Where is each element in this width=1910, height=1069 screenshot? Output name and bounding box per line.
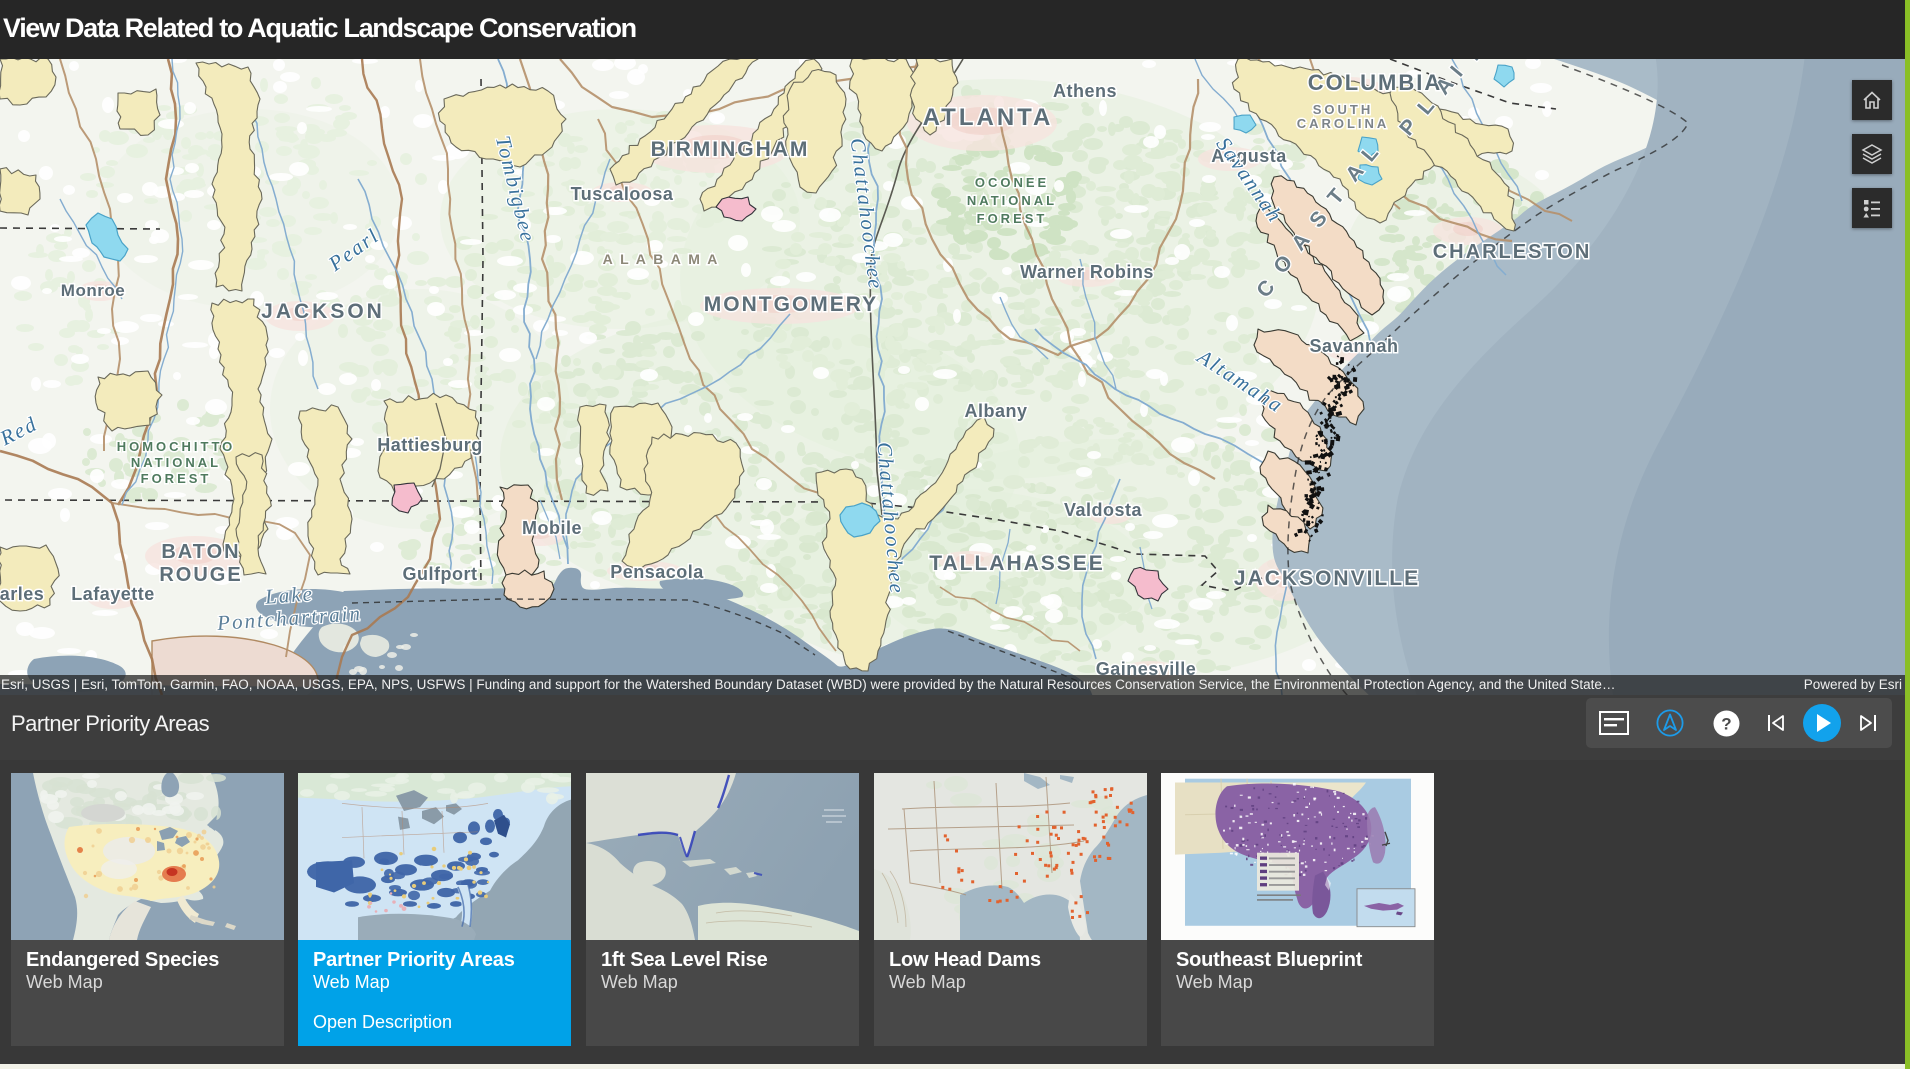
svg-text:CAROLINA: CAROLINA (1297, 116, 1390, 131)
svg-text:Lafayette: Lafayette (71, 584, 155, 604)
svg-text:TALLAHASSEE: TALLAHASSEE (929, 552, 1105, 575)
svg-text:Valdosta: Valdosta (1064, 500, 1143, 520)
svg-text:ATLANTA: ATLANTA (923, 104, 1054, 131)
svg-text:Savannah: Savannah (1309, 336, 1398, 356)
svg-text:CHARLESTON: CHARLESTON (1433, 241, 1592, 263)
svg-text:Warner Robins: Warner Robins (1020, 262, 1154, 282)
svg-text:Gulfport: Gulfport (403, 564, 478, 584)
svg-text:Mobile: Mobile (522, 518, 582, 538)
svg-text:ROUGE: ROUGE (159, 564, 242, 586)
svg-text:JACKSON: JACKSON (261, 300, 385, 323)
svg-text:Monroe: Monroe (61, 281, 125, 300)
svg-text:Pensacola: Pensacola (610, 562, 704, 582)
svg-text:FOREST: FOREST (977, 211, 1048, 226)
svg-text:arles: arles (0, 584, 44, 604)
svg-text:A L A B A M A: A L A B A M A (603, 251, 720, 267)
svg-text:NATIONAL: NATIONAL (131, 455, 221, 470)
svg-text:HOMOCHITTO: HOMOCHITTO (117, 439, 236, 454)
svg-text:Hattiesburg: Hattiesburg (377, 435, 483, 455)
svg-text:FOREST: FOREST (141, 471, 212, 486)
svg-text:Athens: Athens (1053, 81, 1117, 101)
svg-text:SOUTH: SOUTH (1313, 102, 1374, 117)
svg-text:BATON: BATON (161, 541, 240, 563)
svg-text:MONTGOMERY: MONTGOMERY (704, 293, 878, 316)
svg-text:?: ? (1721, 714, 1731, 733)
svg-text:JACKSONVILLE: JACKSONVILLE (1234, 567, 1420, 590)
svg-text:Tuscaloosa: Tuscaloosa (571, 184, 674, 204)
svg-text:Albany: Albany (964, 401, 1027, 421)
svg-text:COLUMBIA: COLUMBIA (1308, 70, 1443, 95)
svg-text:BIRMINGHAM: BIRMINGHAM (651, 138, 810, 161)
svg-text:OCONEE: OCONEE (975, 175, 1049, 190)
svg-text:NATIONAL: NATIONAL (967, 193, 1057, 208)
